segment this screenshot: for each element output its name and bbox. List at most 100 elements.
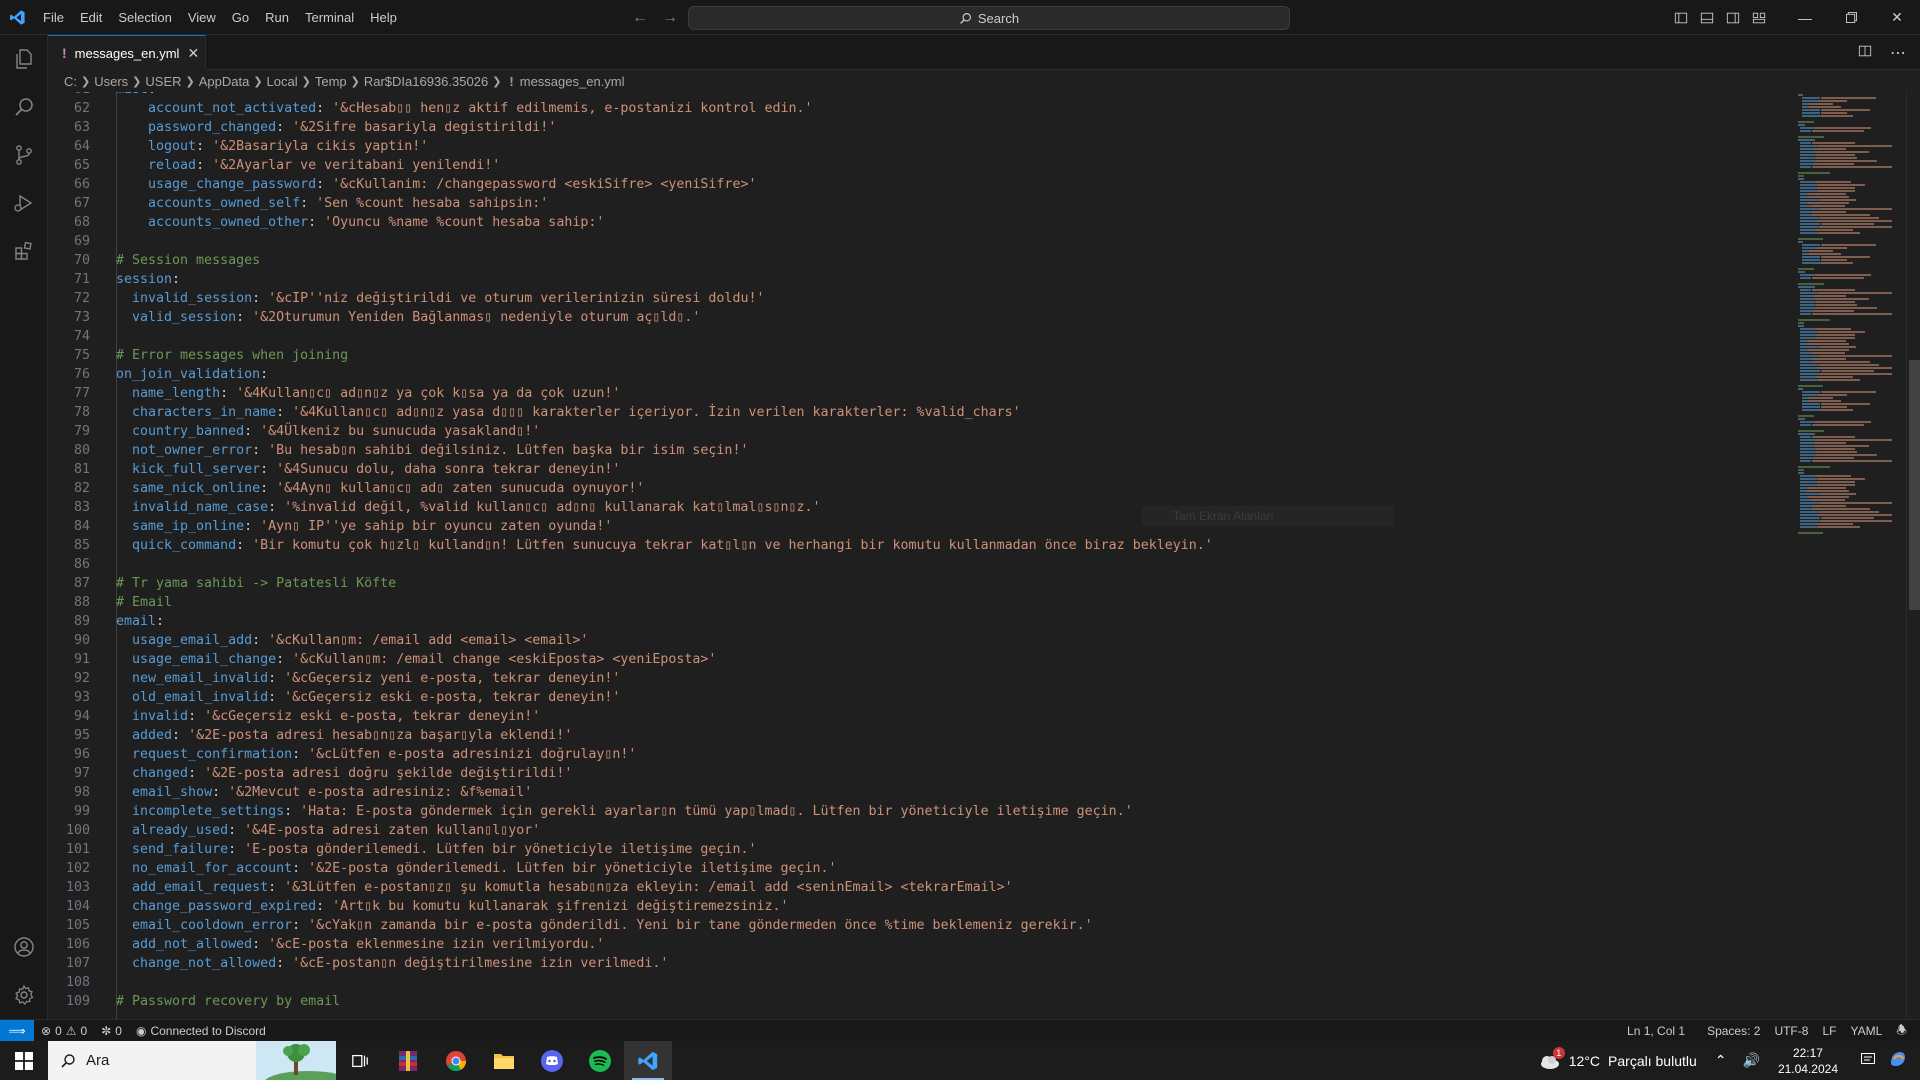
discord-status[interactable]: ◉ Connected to Discord bbox=[129, 1024, 273, 1038]
vscode-app-icon[interactable] bbox=[624, 1041, 672, 1080]
source-control-icon[interactable] bbox=[0, 131, 48, 179]
code-line[interactable]: 75 # Error messages when joining bbox=[48, 346, 1792, 365]
code-line[interactable]: 83 invalid_name_case: '%invalid değil, %… bbox=[48, 498, 1792, 517]
breadcrumb-item[interactable]: C: bbox=[64, 74, 77, 89]
customize-layout-icon[interactable] bbox=[1746, 0, 1772, 35]
volume-icon[interactable]: 🔊 bbox=[1735, 1052, 1768, 1069]
code-line[interactable]: 62 account_not_activated: '&cHesab▯▯ hen… bbox=[48, 99, 1792, 118]
code-line[interactable]: 92 new_email_invalid: '&cGeçersiz yeni e… bbox=[48, 669, 1792, 688]
menu-edit[interactable]: Edit bbox=[72, 0, 110, 35]
menu-run[interactable]: Run bbox=[257, 0, 297, 35]
copilot-icon[interactable] bbox=[1888, 1049, 1920, 1072]
code-line[interactable]: 73 valid_session: '&2Oturumun Yeniden Ba… bbox=[48, 308, 1792, 327]
code-line[interactable]: 64 logout: '&2Basariyla cikis yaptin!' bbox=[48, 137, 1792, 156]
code-line[interactable]: 71 session: bbox=[48, 270, 1792, 289]
code-line[interactable]: 98 email_show: '&2Mevcut e-posta adresin… bbox=[48, 783, 1792, 802]
winrar-app-icon[interactable] bbox=[384, 1041, 432, 1080]
clock[interactable]: 22:17 21.04.2024 bbox=[1768, 1045, 1848, 1077]
code-line[interactable]: 109 # Password recovery by email bbox=[48, 992, 1792, 1011]
notifications-bell-icon[interactable]: 🕭 bbox=[1889, 1021, 1914, 1042]
code-line[interactable]: 96 request_confirmation: '&cLütfen e-pos… bbox=[48, 745, 1792, 764]
accounts-icon[interactable] bbox=[0, 923, 48, 971]
minimap[interactable] bbox=[1792, 92, 1906, 1019]
breadcrumb-item[interactable]: messages_en.yml bbox=[520, 74, 625, 89]
code-line[interactable]: 82 same_nick_online: '&4Ayn▯ kullan▯c▯ a… bbox=[48, 479, 1792, 498]
code-line[interactable]: 66 usage_change_password: '&cKullanim: /… bbox=[48, 175, 1792, 194]
code-line[interactable]: 77 name_length: '&4Kullan▯c▯ ad▯n▯z ya ç… bbox=[48, 384, 1792, 403]
code-line[interactable]: 76 on_join_validation: bbox=[48, 365, 1792, 384]
settings-gear-icon[interactable] bbox=[0, 971, 48, 1019]
menu-selection[interactable]: Selection bbox=[110, 0, 179, 35]
code-line[interactable]: 95 added: '&2E-posta adresi hesab▯n▯za b… bbox=[48, 726, 1792, 745]
toggle-panel-icon[interactable] bbox=[1694, 0, 1720, 35]
code-line[interactable]: 105 email_cooldown_error: '&cYak▯n zaman… bbox=[48, 916, 1792, 935]
code-line[interactable]: 72 invalid_session: '&cIP''niz değiştiri… bbox=[48, 289, 1792, 308]
code-line[interactable]: 70 # Session messages bbox=[48, 251, 1792, 270]
language-mode[interactable]: YAML bbox=[1843, 1024, 1889, 1038]
code-line[interactable]: 99 incomplete_settings: 'Hata: E-posta g… bbox=[48, 802, 1792, 821]
spotify-app-icon[interactable] bbox=[576, 1041, 624, 1080]
breadcrumb-item[interactable]: Temp bbox=[315, 74, 347, 89]
split-editor-icon[interactable] bbox=[1858, 44, 1872, 61]
menu-view[interactable]: View bbox=[180, 0, 224, 35]
windows-start-icon[interactable] bbox=[0, 1041, 48, 1080]
code-line[interactable]: 74 bbox=[48, 327, 1792, 346]
code-line[interactable]: 90 usage_email_add: '&cKullan▯m: /email … bbox=[48, 631, 1792, 650]
code-line[interactable]: 84 same_ip_online: 'Ayn▯ IP''ye sahip bi… bbox=[48, 517, 1792, 536]
more-actions-icon[interactable]: ⋯ bbox=[1890, 43, 1906, 63]
code-line[interactable]: 91 usage_email_change: '&cKullan▯m: /ema… bbox=[48, 650, 1792, 669]
code-line[interactable]: 67 accounts_owned_self: 'Sen %count hesa… bbox=[48, 194, 1792, 213]
code-line[interactable]: 63 password_changed: '&2Sifre basariyla … bbox=[48, 118, 1792, 137]
menu-terminal[interactable]: Terminal bbox=[297, 0, 362, 35]
encoding[interactable]: UTF-8 bbox=[1767, 1024, 1815, 1038]
end-of-line[interactable]: LF bbox=[1815, 1024, 1843, 1038]
code-line[interactable]: 88 # Email bbox=[48, 593, 1792, 612]
breadcrumb-item[interactable]: Rar$DIa16936.35026 bbox=[364, 74, 488, 89]
command-center-search[interactable]: Search bbox=[688, 6, 1290, 30]
toggle-primary-sidebar-icon[interactable] bbox=[1668, 0, 1694, 35]
remote-indicator-icon[interactable]: ⟹ bbox=[0, 1019, 34, 1042]
task-view-icon[interactable] bbox=[336, 1041, 384, 1080]
code-line[interactable]: 65 reload: '&2Ayarlar ve veritabani yeni… bbox=[48, 156, 1792, 175]
file-explorer-app-icon[interactable] bbox=[480, 1041, 528, 1080]
back-arrow-icon[interactable]: ← bbox=[632, 9, 648, 27]
forward-arrow-icon[interactable]: → bbox=[662, 9, 678, 27]
taskbar-search-box[interactable]: Ara bbox=[48, 1041, 336, 1080]
discord-app-icon[interactable] bbox=[528, 1041, 576, 1080]
close-window-button[interactable]: ✕ bbox=[1874, 0, 1920, 35]
code-editor[interactable]: 61misc:62 account_not_activated: '&cHesa… bbox=[48, 92, 1792, 1019]
code-line[interactable]: 97 changed: '&2E-posta adresi doğru şeki… bbox=[48, 764, 1792, 783]
code-line[interactable]: 102 no_email_for_account: '&2E-posta gön… bbox=[48, 859, 1792, 878]
menu-help[interactable]: Help bbox=[362, 0, 405, 35]
weather-widget[interactable]: 1 12°C Parçalı bulutlu bbox=[1527, 1046, 1707, 1071]
cursor-position[interactable]: Ln 1, Col 1 bbox=[1620, 1024, 1692, 1038]
explorer-icon[interactable] bbox=[0, 35, 48, 83]
code-line[interactable]: 94 invalid: '&cGeçersiz eski e-posta, te… bbox=[48, 707, 1792, 726]
breadcrumb-item[interactable]: Users bbox=[94, 74, 128, 89]
code-line[interactable]: 93 old_email_invalid: '&cGeçersiz eski e… bbox=[48, 688, 1792, 707]
code-line[interactable]: 101 send_failure: 'E-posta gönderilemedi… bbox=[48, 840, 1792, 859]
code-line[interactable]: 107 change_not_allowed: '&cE-postan▯n de… bbox=[48, 954, 1792, 973]
code-line[interactable]: 89 email: bbox=[48, 612, 1792, 631]
code-line[interactable]: 79 country_banned: '&4Ülkeniz bu sunucud… bbox=[48, 422, 1792, 441]
code-line[interactable]: 78 characters_in_name: '&4Kullan▯c▯ ad▯n… bbox=[48, 403, 1792, 422]
breadcrumb-item[interactable]: USER bbox=[145, 74, 181, 89]
code-line[interactable]: 106 add_not_allowed: '&cE-posta eklenmes… bbox=[48, 935, 1792, 954]
run-debug-icon[interactable] bbox=[0, 179, 48, 227]
minimize-button[interactable]: — bbox=[1782, 0, 1828, 35]
close-tab-icon[interactable]: ✕ bbox=[187, 45, 199, 62]
chevron-up-icon[interactable]: ⌃ bbox=[1707, 1052, 1735, 1069]
code-line[interactable]: 86 bbox=[48, 555, 1792, 574]
code-line[interactable]: 104 change_password_expired: 'Art▯k bu k… bbox=[48, 897, 1792, 916]
code-line[interactable]: 103 add_email_request: '&3Lütfen e-posta… bbox=[48, 878, 1792, 897]
ports-indicator[interactable]: ✼ 0 bbox=[94, 1024, 129, 1038]
code-line[interactable]: 87 # Tr yama sahibi -> Patatesli Köfte bbox=[48, 574, 1792, 593]
code-line[interactable]: 80 not_owner_error: 'Bu hesab▯n sahibi d… bbox=[48, 441, 1792, 460]
chrome-app-icon[interactable] bbox=[432, 1041, 480, 1080]
code-line[interactable]: 81 kick_full_server: '&4Sunucu dolu, dah… bbox=[48, 460, 1792, 479]
extensions-icon[interactable] bbox=[0, 227, 48, 275]
tab-messages-en-yml[interactable]: ! messages_en.yml ✕ bbox=[48, 35, 206, 70]
notification-center-icon[interactable] bbox=[1848, 1051, 1888, 1070]
code-line[interactable]: 68 accounts_owned_other: 'Oyuncu %name %… bbox=[48, 213, 1792, 232]
search-icon[interactable] bbox=[0, 83, 48, 131]
